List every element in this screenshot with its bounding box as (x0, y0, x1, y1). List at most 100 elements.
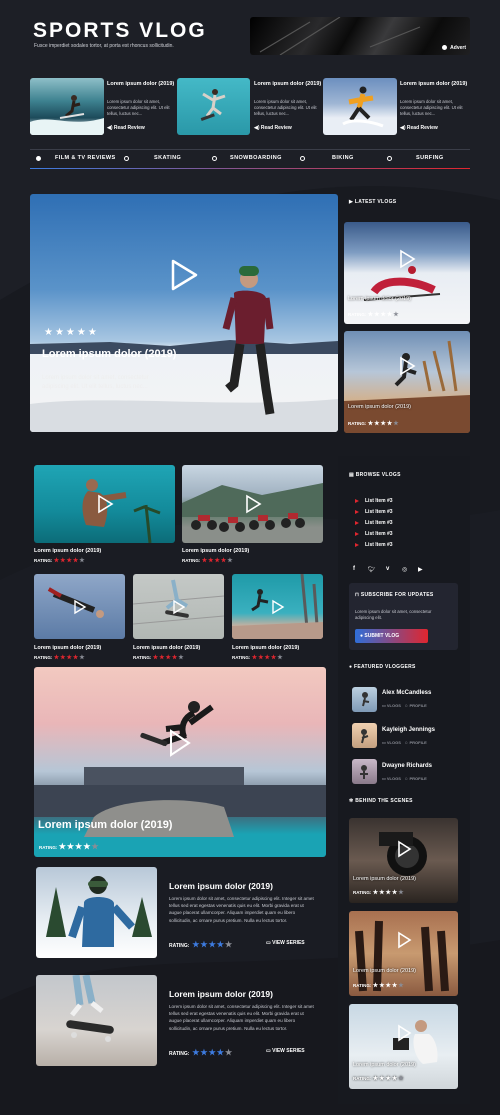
vlogger-name[interactable]: Dwayne Richards (382, 763, 432, 769)
list-item[interactable]: List Item #3 (365, 498, 393, 504)
vlogger-name[interactable]: Kayleigh Jennings (382, 727, 435, 733)
info-icon (442, 45, 448, 51)
series-title[interactable]: Lorem ipsum dolor (2019) (169, 881, 273, 891)
feature-video[interactable]: Lorem ipsum dolor (2019) RATING: ★★★★★ (34, 667, 326, 857)
rating-row: RATING: ★★★★★ (348, 421, 400, 427)
latest-vlog-card-1[interactable]: Lorem ipsum dolor (2019) RATING: ★★★★★ (344, 222, 470, 324)
twitter-icon[interactable]: 🐦︎ (368, 566, 376, 573)
nav-bullet-icon (36, 156, 41, 161)
grid-video-2[interactable] (182, 465, 323, 543)
nav-item-snowboarding[interactable]: SNOWBOARDING (230, 155, 282, 161)
triangle-icon (355, 499, 359, 503)
volume-icon: ◀) (254, 125, 261, 131)
behind-the-scenes-heading: ✻ BEHIND THE SCENES (349, 798, 413, 804)
facebook-icon[interactable]: f (353, 566, 355, 572)
behind-video-2[interactable]: Lorem ipsum dolor (2019) RATING: ★★★★★ (349, 911, 458, 996)
rating-row: RATING: ★★★★★ (353, 890, 405, 896)
nav-item-biking[interactable]: BIKING (332, 155, 354, 161)
grid-video-3[interactable] (34, 574, 125, 639)
video-title[interactable]: Lorem ipsum dolor (2019) (232, 645, 299, 651)
read-review-link[interactable]: ◀) Read Review (400, 125, 438, 131)
star-icon: ★★★★★ (44, 327, 99, 338)
star-icon: ★★★★ (53, 558, 80, 564)
rating-row: RATING: ★★★★★ (39, 842, 100, 851)
rating-row: RATING: ★★★★★ (34, 655, 86, 661)
vlogger-links[interactable]: ▭ VLOGS ☺ PROFILE (382, 703, 427, 708)
star-icon: ★★★★ (201, 558, 228, 564)
vlogger-links[interactable]: ▭ VLOGS ☺ PROFILE (382, 740, 427, 745)
rating-row: RATING: ★★★★★ (133, 655, 185, 661)
review-thumbnail-snow[interactable] (323, 78, 397, 135)
youtube-icon[interactable]: ▶ (418, 566, 423, 573)
series-thumbnail-2[interactable] (36, 975, 157, 1066)
series-thumbnail-1[interactable] (36, 867, 157, 958)
triangle-icon (355, 532, 359, 536)
feature-title[interactable]: Lorem ipsum dolor (2019) (38, 819, 172, 831)
nav-divider-top (30, 149, 470, 150)
review-thumbnail-skate[interactable] (177, 78, 250, 135)
vimeo-icon[interactable]: v (386, 566, 389, 572)
advert-banner[interactable]: Advert (250, 17, 470, 55)
nav-item-film-tv[interactable]: FILM & TV REVIEWS (55, 155, 116, 161)
rating-row: RATING: ★★★★★ (348, 312, 400, 318)
subscribe-text: Lorem ipsum dolor sit amet, consectetur … (355, 609, 432, 620)
grid-video-5[interactable] (232, 574, 323, 639)
nav-item-surfing[interactable]: SURFING (416, 155, 444, 161)
video-title[interactable]: Lorem ipsum dolor (2019) (34, 548, 101, 554)
vlog-title[interactable]: Lorem ipsum dolor (2019) (348, 296, 411, 302)
list-item[interactable]: List Item #3 (365, 509, 393, 515)
video-title[interactable]: Lorem ipsum dolor (2019) (182, 548, 249, 554)
nav-bullet-icon (212, 156, 217, 161)
avatar[interactable] (352, 759, 377, 784)
grid-video-1[interactable] (34, 465, 175, 543)
star-icon: ★★★★ (58, 842, 92, 851)
rating-row: RATING: ★★★★★ (232, 655, 284, 661)
submit-vlog-label: ● SUBMIT VLOG (360, 633, 400, 639)
latest-vlog-card-2[interactable]: Lorem ipsum dolor (2019) RATING: ★★★★★ (344, 331, 470, 433)
list-item[interactable]: List Item #3 (365, 531, 393, 537)
vlogger-name[interactable]: Alex McCandless (382, 690, 431, 696)
behind-video-3[interactable]: Lorem ipsum dolor (2019) RATING: ★★★★★ (349, 1004, 458, 1089)
star-icon: ★★★★ (53, 655, 80, 661)
review-excerpt: Lorem ipsum dolor sit amet, consectetur … (400, 99, 463, 116)
read-review-link[interactable]: ◀) Read Review (254, 125, 292, 131)
video-title[interactable]: Lorem ipsum dolor (2019) (353, 968, 416, 974)
video-title[interactable]: Lorem ipsum dolor (2019) (353, 876, 416, 882)
behind-video-1[interactable]: Lorem ipsum dolor (2019) RATING: ★★★★★ (349, 818, 458, 903)
review-title[interactable]: Lorem ipsum dolor (2019) (254, 81, 322, 88)
video-title[interactable]: Lorem ipsum dolor (2019) (353, 1062, 416, 1068)
review-title[interactable]: Lorem ipsum dolor (2019) (400, 81, 468, 88)
triangle-icon (355, 510, 359, 514)
list-item[interactable]: List Item #3 (365, 520, 393, 526)
site-title[interactable]: SPORTS VLOG (33, 19, 207, 43)
hero-title[interactable]: Lorem ipsum dolor (2019) (42, 348, 176, 360)
rating-row: RATING: ★★★★★ (353, 983, 405, 989)
series-title[interactable]: Lorem ipsum dolor (2019) (169, 989, 273, 999)
video-title[interactable]: Lorem ipsum dolor (2019) (34, 645, 101, 651)
video-title[interactable]: Lorem ipsum dolor (2019) (133, 645, 200, 651)
browse-vlogs-heading: ▤ BROWSE VLOGS (349, 472, 401, 478)
review-title[interactable]: Lorem ipsum dolor (2019) (107, 81, 175, 88)
vlogger-links[interactable]: ▭ VLOGS ☺ PROFILE (382, 776, 427, 781)
nav-item-skating[interactable]: SKATING (154, 155, 181, 161)
view-series-link[interactable]: ▭ VIEW SERIES (266, 940, 305, 946)
instagram-icon[interactable]: ◎ (402, 566, 407, 573)
review-excerpt: Lorem ipsum dolor sit amet, consectetur … (254, 99, 317, 116)
rating-row: RATING: ★★★★★ (34, 558, 86, 564)
triangle-icon (355, 543, 359, 547)
star-icon: ★★★★ (192, 940, 225, 949)
review-thumbnail-surf[interactable] (30, 78, 104, 135)
nav-bullet-icon (124, 156, 129, 161)
list-item[interactable]: List Item #3 (365, 542, 393, 548)
star-icon: ★★★★ (251, 655, 278, 661)
subscribe-heading: ⊓ SUBSCRIBE FOR UPDATES (355, 592, 434, 598)
submit-vlog-button[interactable]: ● SUBMIT VLOG (355, 629, 428, 643)
view-series-link[interactable]: ▭ VIEW SERIES (266, 1048, 305, 1054)
grid-video-4[interactable] (133, 574, 224, 639)
nav-bullet-icon (300, 156, 305, 161)
read-review-link[interactable]: ◀) Read Review (107, 125, 145, 131)
avatar[interactable] (352, 723, 377, 748)
vlog-title[interactable]: Lorem ipsum dolor (2019) (348, 404, 411, 410)
avatar[interactable] (352, 687, 377, 712)
hero-video[interactable]: ★★★★★ Lorem ipsum dolor (2019) Lorem ips… (30, 194, 338, 432)
